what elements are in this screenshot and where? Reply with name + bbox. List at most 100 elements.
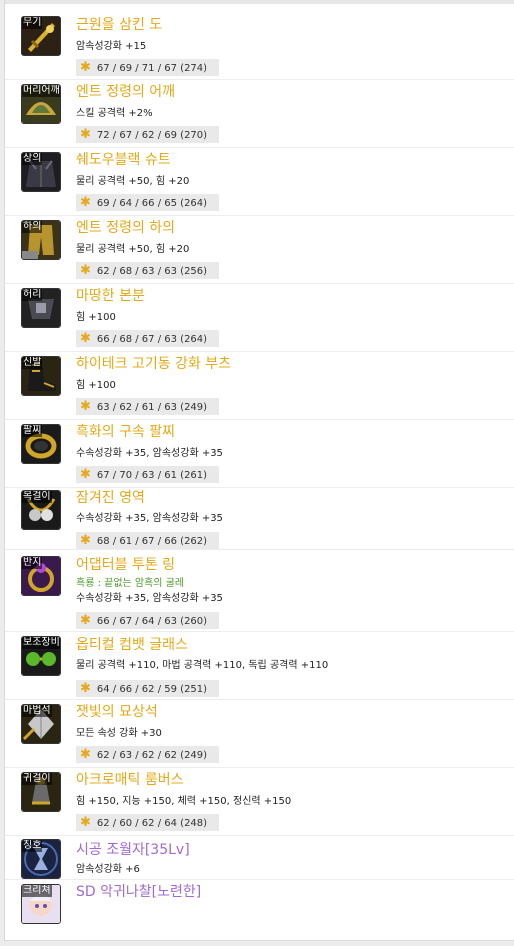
equipment-item-boots[interactable]: 신발 하이테크 고기동 강화 부츠 힘 +100 ✱ 63 / 62 / 61 /… <box>5 352 514 420</box>
necklace-icon[interactable]: 목걸이 <box>21 490 61 530</box>
score-badge: ✱ 67 / 69 / 71 / 67 (274) <box>76 59 219 76</box>
slot-label: 머리어깨 <box>22 85 60 97</box>
item-name[interactable]: SD 악귀나찰[노련한] <box>76 883 201 901</box>
slot-label: 목걸이 <box>22 491 52 503</box>
score-values: 62 / 68 / 63 / 63 (256) <box>96 266 208 277</box>
slot-label: 칭호 <box>22 840 43 852</box>
panel-top-strip <box>5 0 514 4</box>
sword-icon[interactable]: 무기 <box>21 16 61 56</box>
item-name[interactable]: 잠겨진 영역 <box>76 489 145 507</box>
title-icon[interactable]: 칭호 <box>21 839 61 879</box>
item-name[interactable]: 아크로매틱 룸버스 <box>76 771 184 789</box>
item-name[interactable]: 마땅한 본분 <box>76 287 145 305</box>
equipment-item-necklace[interactable]: 목걸이 잠겨진 영역 수속성강화 +35, 암속성강화 +35 ✱ 68 / 61… <box>5 488 514 550</box>
slot-label: 허리 <box>22 289 43 301</box>
slot-label: 무기 <box>22 17 43 29</box>
star-icon: ✱ <box>80 195 91 210</box>
glasses-icon[interactable]: 보조장비 <box>21 636 61 676</box>
score-badge: ✱ 68 / 61 / 67 / 66 (262) <box>76 532 219 549</box>
bottom-armor-icon[interactable]: 하의 <box>21 220 61 260</box>
item-name[interactable]: 근원을 삼킨 도 <box>76 16 162 34</box>
item-option: 힘 +150, 지능 +150, 체력 +150, 정신력 +150 <box>76 796 292 807</box>
star-icon: ✱ <box>80 533 91 548</box>
equipment-item-belt[interactable]: 허리 마땅한 본분 힘 +100 ✱ 66 / 68 / 67 / 63 (264… <box>5 284 514 352</box>
score-values: 63 / 62 / 61 / 63 (249) <box>96 402 208 413</box>
score-values: 62 / 63 / 62 / 62 (249) <box>96 750 208 761</box>
item-name[interactable]: 흑화의 구속 팔찌 <box>76 423 175 441</box>
star-icon: ✱ <box>80 399 91 414</box>
boots-icon[interactable]: 신발 <box>21 356 61 396</box>
shoulder-armor-icon[interactable]: 머리어깨 <box>21 84 61 124</box>
equipment-item-title[interactable]: 칭호 시공 조월자[35Lv] 암속성강화 +6 <box>5 836 514 880</box>
item-option: 힘 +100 <box>76 312 116 323</box>
score-values: 67 / 69 / 71 / 67 (274) <box>96 63 208 74</box>
score-badge: ✱ 66 / 67 / 64 / 63 (260) <box>76 612 219 629</box>
slot-label: 하의 <box>22 221 43 233</box>
equipment-item-magic-stone[interactable]: 마법석 잿빛의 묘상석 모든 속성 강화 +30 ✱ 62 / 63 / 62 /… <box>5 700 514 768</box>
creature-icon[interactable]: 크리쳐 <box>21 884 61 924</box>
equipment-item-subequipment[interactable]: 보조장비 옵티컬 컴뱃 글래스 물리 공격력 +110, 마법 공격력 +110… <box>5 632 514 700</box>
star-icon: ✱ <box>80 467 91 482</box>
score-values: 64 / 66 / 62 / 59 (251) <box>96 684 208 695</box>
equipment-item-weapon[interactable]: 무기 근원을 삼킨 도 암속성강화 +15 ✱ 67 / 69 / 71 / 67… <box>5 10 514 80</box>
slot-label: 보조장비 <box>22 637 60 649</box>
score-badge: ✱ 72 / 67 / 62 / 69 (270) <box>76 126 219 143</box>
score-values: 66 / 67 / 64 / 63 (260) <box>96 616 208 627</box>
score-values: 69 / 64 / 66 / 65 (264) <box>96 198 208 209</box>
top-armor-icon[interactable]: 상의 <box>21 152 61 192</box>
star-icon: ✱ <box>80 60 91 75</box>
item-name[interactable]: 하이테크 고기동 강화 부츠 <box>76 355 231 373</box>
score-badge: ✱ 63 / 62 / 61 / 63 (249) <box>76 398 219 415</box>
equipment-item-earring[interactable]: 귀걸이 아크로매틱 룸버스 힘 +150, 지능 +150, 체력 +150, … <box>5 768 514 836</box>
item-option: 스킬 공격력 +2% <box>76 108 153 119</box>
equipment-panel: 무기 근원을 삼킨 도 암속성강화 +15 ✱ 67 / 69 / 71 / 67… <box>4 0 514 941</box>
item-name[interactable]: 어댑터블 투톤 링 <box>76 556 175 574</box>
slot-label: 귀걸이 <box>22 773 52 785</box>
item-option: 물리 공격력 +110, 마법 공격력 +110, 독립 공격력 +110 <box>76 660 329 671</box>
magic-stone-icon[interactable]: 마법석 <box>21 704 61 744</box>
item-option: 암속성강화 +15 <box>76 41 147 52</box>
slot-label: 마법석 <box>22 705 52 717</box>
item-option: 물리 공격력 +50, 힘 +20 <box>76 176 190 187</box>
star-icon: ✱ <box>80 263 91 278</box>
equipment-item-bracelet[interactable]: 팔찌 흑화의 구속 팔찌 수속성강화 +35, 암속성강화 +35 ✱ 67 / … <box>5 420 514 488</box>
item-name[interactable]: 쉐도우블랙 슈트 <box>76 151 171 169</box>
item-option: 모든 속성 강화 +30 <box>76 728 162 739</box>
belt-icon[interactable]: 허리 <box>21 288 61 328</box>
star-icon: ✱ <box>80 747 91 762</box>
item-name[interactable]: 옵티컬 컴뱃 글래스 <box>76 636 188 654</box>
score-badge: ✱ 64 / 66 / 62 / 59 (251) <box>76 680 219 697</box>
score-badge: ✱ 67 / 70 / 63 / 61 (261) <box>76 466 219 483</box>
star-icon: ✱ <box>80 681 91 696</box>
bracelet-icon[interactable]: 팔찌 <box>21 424 61 464</box>
score-badge: ✱ 62 / 63 / 62 / 62 (249) <box>76 746 219 763</box>
item-name[interactable]: 시공 조월자[35Lv] <box>76 841 190 859</box>
score-values: 62 / 60 / 62 / 64 (248) <box>96 818 208 829</box>
equipment-item-creature[interactable]: 크리쳐 SD 악귀나찰[노련한] <box>5 880 514 926</box>
score-badge: ✱ 62 / 68 / 63 / 63 (256) <box>76 262 219 279</box>
item-set-option: 흑룡 : 끝없는 암흑의 굴레 <box>76 578 185 589</box>
item-name[interactable]: 엔트 정령의 어깨 <box>76 83 175 101</box>
equipment-item-shoulder[interactable]: 머리어깨 엔트 정령의 어깨 스킬 공격력 +2% ✱ 72 / 67 / 62 … <box>5 80 514 148</box>
equipment-item-ring[interactable]: 반지 어댑터블 투톤 링 흑룡 : 끝없는 암흑의 굴레 수속성강화 +35, … <box>5 550 514 632</box>
score-badge: ✱ 62 / 60 / 62 / 64 (248) <box>76 814 219 831</box>
slot-label: 반지 <box>22 557 43 569</box>
slot-label: 크리쳐 <box>22 885 52 897</box>
equipment-item-bottom[interactable]: 하의 엔트 정령의 하의 물리 공격력 +50, 힘 +20 ✱ 62 / 68 … <box>5 216 514 284</box>
item-option: 수속성강화 +35, 암속성강화 +35 <box>76 513 223 524</box>
score-values: 67 / 70 / 63 / 61 (261) <box>96 470 208 481</box>
item-option: 물리 공격력 +50, 힘 +20 <box>76 244 190 255</box>
slot-label: 신발 <box>22 357 43 369</box>
earring-icon[interactable]: 귀걸이 <box>21 772 61 812</box>
star-icon: ✱ <box>80 331 91 346</box>
item-option: 힘 +100 <box>76 380 116 391</box>
score-values: 72 / 67 / 62 / 69 (270) <box>96 130 208 141</box>
ring-icon[interactable]: 반지 <box>21 556 61 596</box>
item-name[interactable]: 잿빛의 묘상석 <box>76 703 158 721</box>
equipment-item-top[interactable]: 상의 쉐도우블랙 슈트 물리 공격력 +50, 힘 +20 ✱ 69 / 64 /… <box>5 148 514 216</box>
item-option: 수속성강화 +35, 암속성강화 +35 <box>76 593 223 604</box>
star-icon: ✱ <box>80 613 91 628</box>
item-option: 수속성강화 +35, 암속성강화 +35 <box>76 448 223 459</box>
item-name[interactable]: 엔트 정령의 하의 <box>76 219 175 237</box>
slot-label: 팔찌 <box>22 425 43 437</box>
